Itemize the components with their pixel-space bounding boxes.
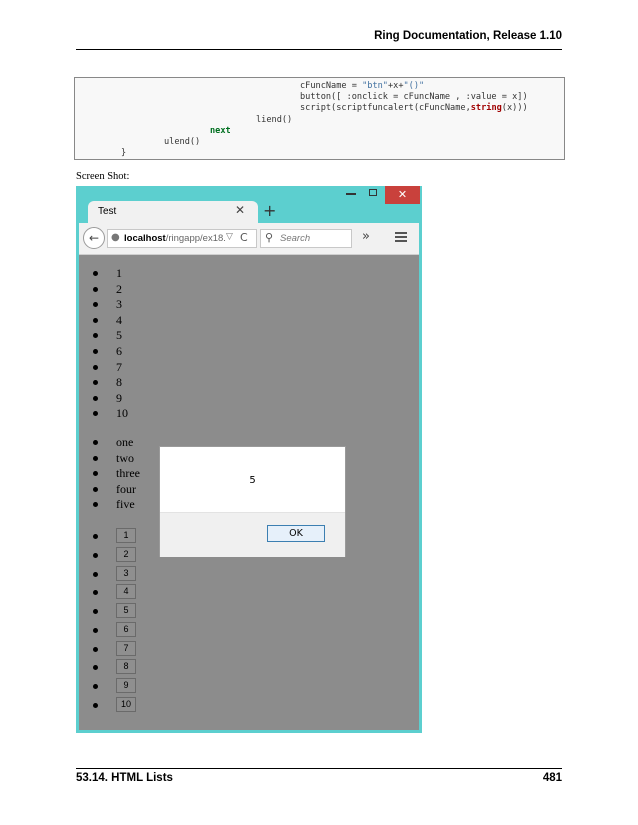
list-item: 4 — [93, 583, 136, 602]
list-button-6[interactable]: 6 — [116, 621, 136, 637]
list-item: 5 — [93, 602, 136, 621]
list-item: one — [93, 435, 140, 451]
list-item: 6 — [93, 344, 128, 360]
ok-button[interactable]: OK — [267, 525, 325, 542]
browser-tab[interactable]: Test ✕ — [88, 201, 258, 224]
list-button-10[interactable]: 10 — [116, 696, 137, 712]
code-string: "btn" — [362, 81, 388, 91]
list-item: four — [93, 482, 140, 498]
list-item: 1 — [93, 266, 128, 282]
globe-icon: ● — [111, 232, 120, 243]
code-block: cFuncName = "btn"+x+"()" button([ :oncli… — [74, 77, 565, 160]
list-item: 10 — [93, 406, 128, 422]
code-line-4: liend() — [256, 115, 293, 125]
page-number: 481 — [542, 772, 562, 784]
code-line-5: next — [210, 126, 231, 136]
navigation-bar: ← ● localhost/ringapp/ex18. ▽ C ⚲ Search… — [79, 223, 419, 255]
url-text: localhost/ringapp/ex18. — [124, 233, 226, 244]
list-item: 9 — [93, 677, 136, 696]
list-item: 7 — [93, 640, 136, 659]
list-item: 9 — [93, 391, 128, 407]
url-host: localhost — [124, 233, 166, 244]
list-item: 3 — [93, 565, 136, 584]
list-item: three — [93, 466, 140, 482]
word-list: one two three four five — [93, 435, 140, 513]
address-bar[interactable]: ● localhost/ringapp/ex18. ▽ C — [107, 229, 257, 248]
new-tab-icon[interactable]: + — [263, 201, 276, 220]
caption: Screen Shot: — [76, 171, 130, 182]
code-token: script(scriptfuncalert(cFuncName, — [300, 103, 471, 113]
list-item: two — [93, 451, 140, 467]
list-button-4[interactable]: 4 — [116, 584, 136, 600]
overflow-icon[interactable]: » — [362, 229, 370, 244]
page-content: 1 2 3 4 5 6 7 8 9 10 one two three four … — [79, 255, 419, 730]
list-item: 10 — [93, 696, 137, 715]
search-placeholder: Search — [280, 233, 311, 244]
alert-dialog: 5 OK — [159, 446, 346, 557]
footer-section: 53.14. HTML Lists — [76, 772, 173, 784]
code-line-1: cFuncName = "btn"+x+"()" — [300, 81, 424, 92]
list-button-7[interactable]: 7 — [116, 640, 136, 656]
code-line-2: button([ :onclick = cFuncName , :value =… — [300, 92, 528, 102]
code-line-7: } — [121, 148, 127, 158]
list-item: 3 — [93, 297, 128, 313]
tab-close-icon[interactable]: ✕ — [235, 203, 245, 217]
list-button-1[interactable]: 1 — [116, 528, 136, 543]
button-list: 1 2 3 4 5 6 7 8 9 10 — [93, 527, 137, 715]
header-rule — [76, 49, 562, 50]
list-item: five — [93, 497, 140, 513]
list-item: 2 — [93, 282, 128, 298]
list-button-3[interactable]: 3 — [116, 565, 136, 581]
number-list: 1 2 3 4 5 6 7 8 9 10 — [93, 266, 128, 422]
search-input[interactable]: ⚲ Search — [260, 229, 352, 248]
code-token: (x))) — [501, 103, 528, 113]
list-button-2[interactable]: 2 — [116, 546, 136, 562]
list-item: 8 — [93, 658, 136, 677]
list-item: 7 — [93, 360, 128, 376]
url-path: /ringapp/ex18. — [165, 233, 226, 244]
list-button-9[interactable]: 9 — [116, 678, 136, 693]
menu-icon[interactable] — [395, 232, 407, 242]
code-line-3: script(scriptfuncalert(cFuncName,string(… — [300, 103, 528, 114]
list-button-8[interactable]: 8 — [116, 659, 136, 675]
code-line-6: ulend() — [164, 137, 201, 147]
list-item: 6 — [93, 621, 136, 640]
reload-icon[interactable]: C — [240, 231, 248, 244]
code-builtin: string — [470, 103, 502, 113]
list-item: 8 — [93, 375, 128, 391]
list-button-5[interactable]: 5 — [116, 603, 136, 618]
close-icon[interactable]: ✕ — [385, 186, 420, 204]
code-string: "()" — [403, 81, 425, 91]
alert-message: 5 — [249, 475, 256, 486]
minimize-icon[interactable] — [346, 193, 356, 195]
list-item: 2 — [93, 546, 136, 565]
url-dropdown-icon[interactable]: ▽ — [226, 232, 233, 242]
alert-footer: OK — [160, 512, 345, 557]
running-header: Ring Documentation, Release 1.10 — [374, 30, 562, 42]
back-arrow-icon[interactable]: ← — [83, 227, 105, 249]
search-icon: ⚲ — [265, 231, 274, 244]
list-item: 4 — [93, 313, 128, 329]
maximize-icon[interactable] — [369, 189, 377, 196]
list-item: 1 — [93, 527, 136, 546]
tab-title: Test — [98, 206, 117, 217]
code-token: +x+ — [387, 81, 404, 91]
browser-screenshot: ✕ Test ✕ + ← ● localhost/ringapp/ex18. ▽… — [76, 186, 422, 733]
footer-rule — [76, 768, 562, 769]
list-item: 5 — [93, 328, 128, 344]
code-token: cFuncName = — [300, 81, 363, 91]
